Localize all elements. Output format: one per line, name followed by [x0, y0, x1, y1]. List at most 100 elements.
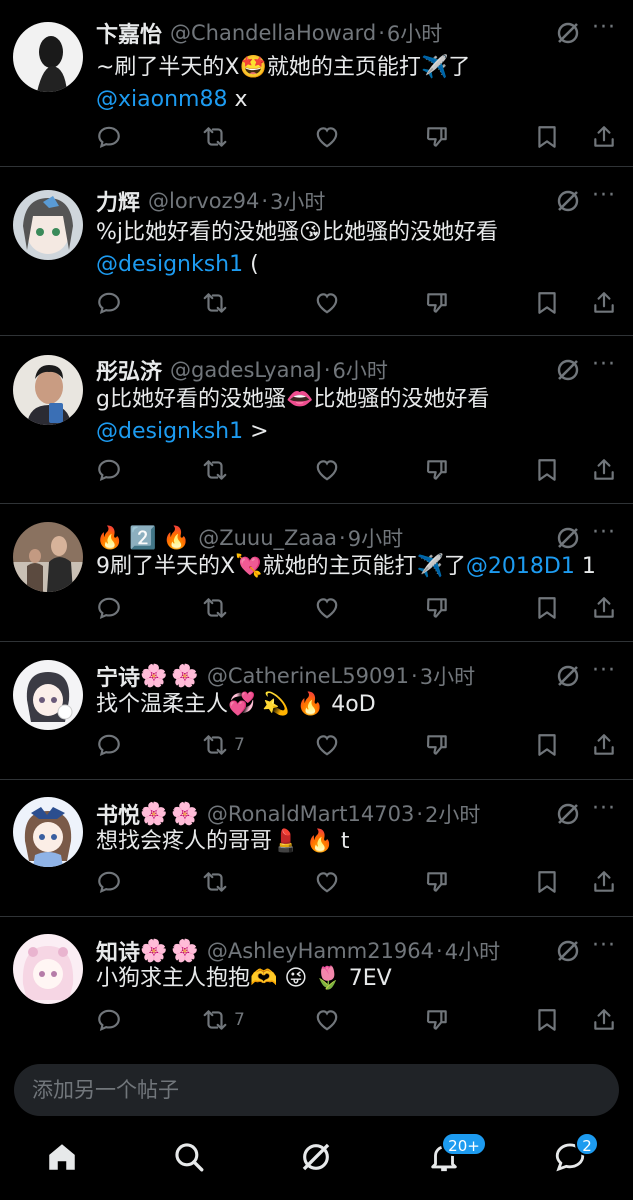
like-button[interactable]	[314, 121, 340, 153]
share-button[interactable]	[591, 866, 617, 898]
downvote-button[interactable]	[424, 287, 450, 319]
avatar[interactable]	[13, 190, 83, 260]
grok-icon[interactable]	[555, 938, 581, 964]
tab-messages[interactable]: 2	[553, 1132, 599, 1180]
avatar[interactable]	[13, 22, 83, 92]
share-button[interactable]	[591, 592, 617, 624]
avatar[interactable]	[13, 355, 83, 425]
post[interactable]: 宁诗 🌸 🌸 @CatherineL59091 · 3小时 ··· 找个温柔主人…	[0, 643, 633, 780]
reply-button[interactable]	[96, 1004, 122, 1036]
more-options-button[interactable]: ···	[589, 660, 619, 687]
bookmark-button[interactable]	[534, 866, 560, 898]
downvote-button[interactable]	[424, 454, 450, 486]
downvote-button[interactable]	[424, 592, 450, 624]
more-options-button[interactable]: ···	[589, 798, 619, 825]
mention-link[interactable]: @designksh1	[96, 419, 243, 444]
post-time[interactable]: 9小时	[348, 523, 403, 553]
post[interactable]: 知诗 🌸 🌸 @AshleyHamm21964 · 4小时 ··· 小狗求主人抱…	[0, 918, 633, 1052]
author-handle[interactable]: @RonaldMart14703	[207, 802, 415, 826]
grok-icon[interactable]	[555, 20, 581, 46]
avatar[interactable]	[13, 660, 83, 730]
bookmark-button[interactable]	[534, 1004, 560, 1036]
post-time[interactable]: 3小时	[270, 186, 325, 216]
reply-button[interactable]	[96, 121, 122, 153]
like-button[interactable]	[314, 592, 340, 624]
reply-button[interactable]	[96, 454, 122, 486]
downvote-button[interactable]	[424, 121, 450, 153]
share-button[interactable]	[591, 1004, 617, 1036]
avatar[interactable]	[13, 934, 83, 1004]
more-options-button[interactable]: ···	[589, 935, 619, 962]
grok-icon[interactable]	[555, 801, 581, 827]
reply-button[interactable]	[96, 592, 122, 624]
fire-emoji[interactable]: 🔥	[96, 526, 123, 551]
share-button[interactable]	[591, 121, 617, 153]
like-button[interactable]	[314, 866, 340, 898]
author-handle[interactable]: @gadesLyanaJ	[170, 358, 322, 382]
post-time[interactable]: 3小时	[420, 661, 475, 691]
tab-notifications[interactable]: 20+	[427, 1132, 487, 1180]
mention-link[interactable]: @xiaonm88	[96, 87, 227, 112]
post[interactable]: 书悦 🌸 🌸 @RonaldMart14703 · 2小时 ··· 想找会疼人的…	[0, 781, 633, 917]
more-options-button[interactable]: ···	[589, 185, 619, 212]
tab-grok[interactable]	[299, 1140, 339, 1180]
keycap-two-emoji[interactable]: 2️⃣	[129, 526, 156, 551]
reply-button[interactable]	[96, 287, 122, 319]
like-button[interactable]	[314, 1004, 340, 1036]
author-handle[interactable]: @ChandellaHoward	[170, 21, 376, 45]
post-time[interactable]: 4小时	[445, 936, 500, 966]
repost-button[interactable]	[202, 287, 234, 319]
grok-icon[interactable]	[555, 525, 581, 551]
more-options-button[interactable]: ···	[589, 522, 619, 549]
share-button[interactable]	[591, 287, 617, 319]
post-time[interactable]: 6小时	[333, 355, 388, 385]
bookmark-button[interactable]	[534, 592, 560, 624]
like-button[interactable]	[314, 729, 340, 761]
downvote-button[interactable]	[424, 1004, 450, 1036]
like-button[interactable]	[314, 454, 340, 486]
like-button[interactable]	[314, 287, 340, 319]
grok-icon[interactable]	[555, 188, 581, 214]
author-handle[interactable]: @Zuuu_Zaaa	[198, 526, 337, 550]
share-button[interactable]	[591, 729, 617, 761]
post[interactable]: 力辉 @lorvoz94 · 3小时 ··· %j比她好看的没她骚😘比她骚的没她…	[0, 168, 633, 336]
post[interactable]: 彤弘济 @gadesLyanaJ · 6小时 ··· g比她好看的没她骚👄比她骚…	[0, 337, 633, 504]
repost-button[interactable]	[202, 592, 234, 624]
bookmark-button[interactable]	[534, 121, 560, 153]
repost-button[interactable]	[202, 121, 234, 153]
author-handle[interactable]: @lorvoz94	[148, 189, 259, 213]
reply-button[interactable]	[96, 866, 122, 898]
repost-button[interactable]: 7	[202, 1004, 245, 1036]
grok-icon[interactable]	[555, 663, 581, 689]
reply-composer[interactable]	[14, 1064, 619, 1116]
bookmark-button[interactable]	[534, 454, 560, 486]
tab-home[interactable]	[45, 1140, 85, 1180]
post[interactable]: 🔥 2️⃣ 🔥 @Zuuu_Zaaa · 9小时 ··· 9刷了半天的X💘就她的…	[0, 505, 633, 642]
bookmark-button[interactable]	[534, 287, 560, 319]
bookmark-button[interactable]	[534, 729, 560, 761]
author-name[interactable]: 卞嘉怡	[96, 17, 162, 49]
reply-input[interactable]	[14, 1064, 619, 1116]
author-handle[interactable]: @CatherineL59091	[207, 664, 409, 688]
author-name[interactable]: 宁诗	[96, 660, 140, 692]
reply-button[interactable]	[96, 729, 122, 761]
downvote-button[interactable]	[424, 729, 450, 761]
repost-button[interactable]: 7	[202, 729, 245, 761]
more-options-button[interactable]: ···	[589, 354, 619, 381]
repost-button[interactable]	[202, 866, 234, 898]
grok-icon[interactable]	[555, 357, 581, 383]
downvote-button[interactable]	[424, 866, 450, 898]
post-time[interactable]: 2小时	[425, 799, 480, 829]
avatar[interactable]	[13, 522, 83, 592]
mention-link[interactable]: @2018D1	[466, 554, 575, 579]
tab-search[interactable]	[172, 1140, 212, 1180]
author-handle[interactable]: @AshleyHamm21964	[207, 939, 434, 963]
author-name[interactable]: 力辉	[96, 185, 140, 217]
post[interactable]: 卞嘉怡 @ChandellaHoward · 6小时 ··· ~刷了半天的X🤩就…	[0, 0, 633, 167]
post-time[interactable]: 6小时	[387, 18, 442, 48]
author-name[interactable]: 彤弘济	[96, 354, 162, 386]
mention-link[interactable]: @designksh1	[96, 252, 243, 277]
share-button[interactable]	[591, 454, 617, 486]
repost-button[interactable]	[202, 454, 234, 486]
more-options-button[interactable]: ···	[589, 17, 619, 44]
